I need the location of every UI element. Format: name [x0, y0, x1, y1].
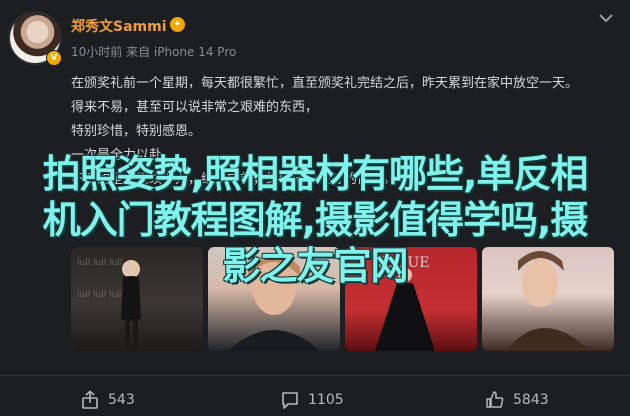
post-paragraph: 得来不易，甚至可以说非常之艰难的东西，: [71, 100, 319, 115]
post-paragraph: 特别珍惜，特别感恩。: [71, 124, 202, 139]
post-body: 在颁奖礼前一个星期，每天都很繁忙，直至颁奖礼完结之后，昨天累到在家中放空一天。 …: [71, 72, 616, 192]
svg-text:VOGUE: VOGUE: [374, 255, 430, 271]
photo-2[interactable]: [208, 247, 340, 351]
share-count: 543: [108, 392, 135, 408]
comment-button[interactable]: 1105: [280, 389, 344, 411]
svg-text:lull lull lull: lull lull lull: [77, 290, 122, 300]
chevron-down-icon[interactable]: [596, 8, 616, 28]
post-paragraph: 在颁奖礼前一个星期，每天都很繁忙，直至颁奖礼完结之后，昨天累到在家中放空一天。: [71, 76, 579, 91]
svg-text:lull lull lull: lull lull lull: [77, 258, 122, 268]
like-icon: [486, 391, 504, 408]
overlay-line: 机入门教程图解,摄影值得学吗,摄: [42, 198, 589, 242]
post-paragraph: 不变的是，继续努力，继续向前，继续成为更好的自己。: [71, 172, 397, 187]
photo-3[interactable]: VOGUE: [345, 247, 477, 351]
like-count: 5843: [513, 392, 549, 408]
share-button[interactable]: 543: [80, 389, 135, 411]
author-name[interactable]: 郑秀文Sammi: [71, 16, 167, 36]
photo-4[interactable]: [482, 247, 614, 351]
comment-count: 1105: [308, 392, 344, 408]
share-icon: [82, 390, 98, 409]
like-button[interactable]: 5843: [485, 389, 549, 411]
divider: [0, 375, 630, 376]
verified-icon: ✦: [170, 17, 185, 32]
comment-icon: [282, 392, 298, 409]
post-meta: 10小时前 来自 iPhone 14 Pro: [71, 45, 237, 59]
avatar-badge: V: [46, 50, 62, 66]
post-paragraph: 一次是全力以赴，: [71, 148, 176, 163]
photo-1[interactable]: lull lull lull lull lull lull: [71, 247, 203, 351]
